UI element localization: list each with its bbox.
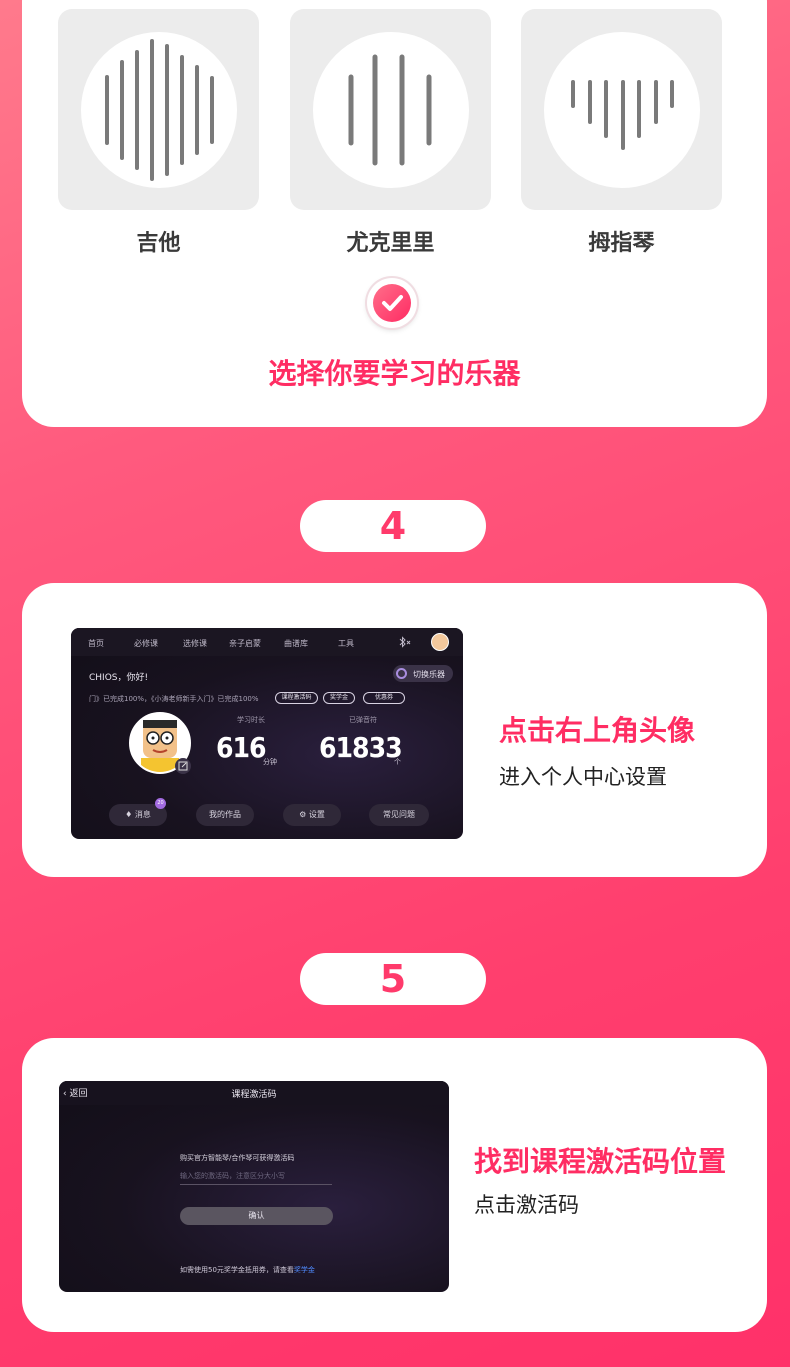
- step-subtitle: 点击激活码: [474, 1193, 579, 1217]
- tag-activation-code[interactable]: 课程激活码: [275, 692, 318, 704]
- check-icon: [367, 278, 417, 328]
- switch-instrument-button[interactable]: 切换乐器: [393, 665, 453, 682]
- circle-icon: [396, 668, 407, 679]
- step-title: 找到课程激活码位置: [474, 1145, 727, 1178]
- instrument-kalimba-label: 拇指琴: [588, 231, 655, 256]
- profile-screenshot: 首页 必修课 选修课 亲子启蒙 曲谱库 工具 CHIOS，你好! 切换乐器 门》…: [71, 628, 463, 839]
- faq-button[interactable]: 常见问题: [369, 804, 429, 826]
- confirm-button[interactable]: 确认: [180, 1207, 333, 1225]
- page-title: 课程激活码: [231, 1090, 277, 1100]
- instrument-kalimba-tile[interactable]: [521, 9, 722, 210]
- step-5-card: ‹ 返回 课程激活码 购买官方智能琴/合作琴可获得激活码 输入您的激活码，注意区…: [22, 1038, 767, 1332]
- gear-icon: ⚙: [299, 810, 307, 819]
- study-time-value: 616: [216, 731, 267, 764]
- tag-scholarship[interactable]: 奖学金: [323, 692, 355, 704]
- app-nav-bar: 首页 必修课 选修课 亲子启蒙 曲谱库 工具: [71, 628, 463, 656]
- activation-code-input[interactable]: 输入您的激活码，注意区分大小写: [180, 1171, 332, 1185]
- bell-icon: ♦: [125, 810, 133, 819]
- nav-item: 曲谱库: [284, 639, 308, 648]
- study-time-label: 学习时长: [237, 716, 265, 724]
- footer-text: 如需使用50元奖学金抵用券，请查看奖学金: [180, 1266, 315, 1274]
- tag-coupon[interactable]: 优惠券: [363, 692, 405, 704]
- nav-item: 首页: [88, 639, 104, 648]
- my-works-button[interactable]: 我的作品: [196, 804, 254, 826]
- edit-icon[interactable]: [175, 758, 191, 774]
- notes-played-unit: 个: [394, 758, 401, 766]
- app-header: ‹ 返回 课程激活码: [59, 1081, 449, 1105]
- waveform-icon: [81, 32, 237, 188]
- activation-code-screenshot: ‹ 返回 课程激活码 购买官方智能琴/合作琴可获得激活码 输入您的激活码，注意区…: [59, 1081, 449, 1292]
- nav-item: 工具: [338, 639, 354, 648]
- instrument-guitar-tile[interactable]: [58, 9, 259, 210]
- step-number-badge: 4: [300, 500, 486, 552]
- nav-item: 必修课: [134, 639, 158, 648]
- settings-button[interactable]: ⚙ 设置: [283, 804, 341, 826]
- scholarship-link[interactable]: 奖学金: [294, 1266, 315, 1274]
- notes-played-value: 61833: [319, 731, 403, 764]
- message-count-badge: 20: [155, 798, 166, 809]
- hint-text: 购买官方智能琴/合作琴可获得激活码: [180, 1154, 295, 1162]
- step-title: 选择你要学习的乐器: [268, 357, 521, 390]
- waveform-icon: [313, 32, 469, 188]
- avatar-small[interactable]: [431, 633, 449, 651]
- instrument-ukulele-label: 尤克里里: [346, 231, 435, 256]
- step-number-badge: 5: [300, 953, 486, 1005]
- progress-text: 门》已完成100%，《小涛老师新手入门》已完成100%: [89, 695, 259, 703]
- step-title: 点击右上角头像: [499, 714, 696, 747]
- nav-item: 选修课: [183, 639, 207, 648]
- step-subtitle: 进入个人中心设置: [499, 765, 667, 789]
- instrument-ukulele-tile[interactable]: [290, 9, 491, 210]
- notes-played-label: 已弹音符: [349, 716, 377, 724]
- nav-item: 亲子启蒙: [229, 639, 261, 648]
- bluetooth-icon: [398, 636, 412, 650]
- instrument-guitar-label: 吉他: [136, 231, 181, 256]
- waveform-icon: [544, 32, 700, 188]
- step-4-card: 首页 必修课 选修课 亲子启蒙 曲谱库 工具 CHIOS，你好! 切换乐器 门》…: [22, 583, 767, 877]
- instrument-select-card: 吉他 尤克里里 拇指琴 选择你要学习的乐器: [22, 0, 767, 427]
- greeting-text: CHIOS，你好!: [89, 673, 149, 683]
- study-time-unit: 分钟: [263, 758, 277, 766]
